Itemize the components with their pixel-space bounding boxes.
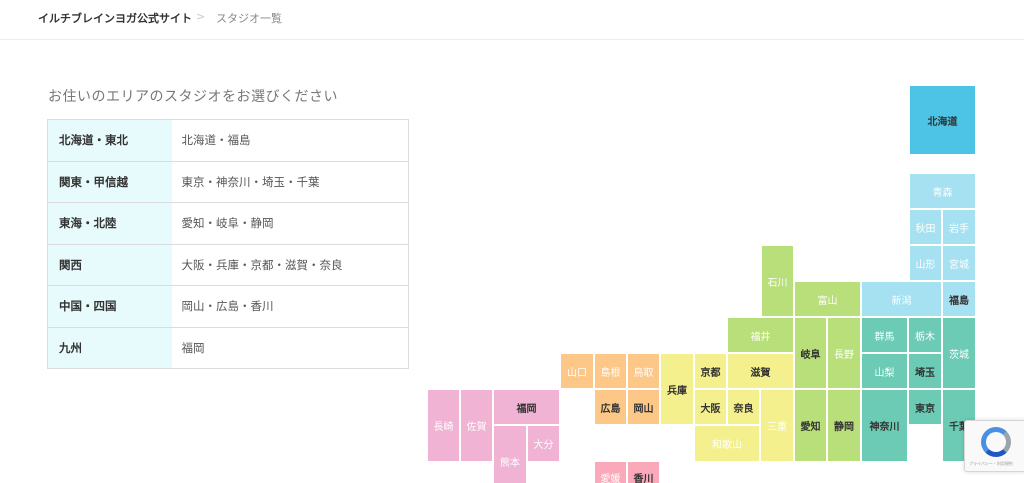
prefecture-oita: 大分 — [528, 426, 559, 461]
prefecture-fukui: 福井 — [728, 318, 793, 352]
prefecture-kumamoto: 熊本 — [494, 426, 526, 483]
prefecture-hyogo[interactable]: 兵庫 — [661, 354, 693, 424]
prefecture-tochigi: 栃木 — [909, 318, 941, 352]
prefecture-yamaguchi: 山口 — [561, 354, 593, 388]
prefecture-saga: 佐賀 — [461, 390, 492, 461]
prefecture-miyagi: 宮城 — [943, 246, 975, 280]
prefecture-osaka[interactable]: 大阪 — [695, 390, 726, 424]
recaptcha-icon — [981, 427, 1011, 457]
prefecture-akita: 秋田 — [910, 210, 941, 244]
prefecture-shiga[interactable]: 滋賀 — [728, 354, 793, 388]
prefecture-toyama: 富山 — [795, 282, 860, 316]
japan-prefecture-map: 北海道青森 秋田 岩手 山形 宮城 福島 新潟 富山 石川 福井 岐阜 長野 愛知 静岡 群馬 栃木 茨城山梨埼… — [0, 0, 1024, 483]
prefecture-aomori: 青森 — [910, 174, 975, 208]
prefecture-saitama[interactable]: 埼玉 — [909, 354, 941, 388]
prefecture-fukushima[interactable]: 福島 — [943, 282, 975, 316]
prefecture-yamanashi: 山梨 — [862, 354, 907, 388]
prefecture-iwate: 岩手 — [943, 210, 975, 244]
prefecture-ibaraki: 茨城 — [943, 318, 975, 388]
prefecture-ishikawa: 石川 — [762, 246, 793, 316]
prefecture-kanagawa[interactable]: 神奈川 — [862, 390, 907, 461]
prefecture-fukuoka[interactable]: 福岡 — [494, 390, 559, 424]
prefecture-niigata: 新潟 — [862, 282, 941, 316]
prefecture-wakayama: 和歌山 — [695, 426, 759, 461]
prefecture-aichi[interactable]: 愛知 — [795, 390, 826, 461]
prefecture-yamagata: 山形 — [910, 246, 941, 280]
prefecture-kyoto[interactable]: 京都 — [695, 354, 726, 388]
prefecture-ehime: 愛媛 — [595, 462, 626, 483]
prefecture-nagasaki: 長崎 — [428, 390, 459, 461]
prefecture-kagawa[interactable]: 香川 — [628, 462, 659, 483]
prefecture-gifu[interactable]: 岐阜 — [795, 318, 826, 388]
recaptcha-privacy-text[interactable]: プライバシー・利用規約 — [969, 461, 1013, 467]
prefecture-nara[interactable]: 奈良 — [728, 390, 759, 424]
prefecture-tokyo[interactable]: 東京 — [909, 390, 941, 424]
prefecture-hokkaido[interactable]: 北海道 — [910, 86, 975, 154]
prefecture-tottori: 鳥取 — [628, 354, 659, 388]
prefecture-nagano: 長野 — [828, 318, 860, 388]
prefecture-mie: 三重 — [761, 390, 793, 461]
prefecture-shizuoka[interactable]: 静岡 — [828, 390, 860, 461]
prefecture-shimane: 島根 — [595, 354, 626, 388]
prefecture-hiroshima[interactable]: 広島 — [595, 390, 626, 424]
prefecture-gunma: 群馬 — [862, 318, 907, 352]
recaptcha-badge[interactable]: プライバシー・利用規約 — [964, 420, 1024, 472]
prefecture-okayama[interactable]: 岡山 — [628, 390, 659, 424]
